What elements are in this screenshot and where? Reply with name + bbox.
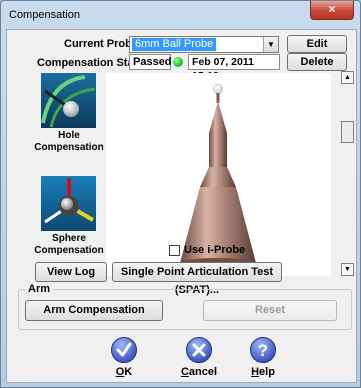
cancel-button[interactable] [185, 336, 213, 364]
use-iprobe-label: Use i-Probe [184, 244, 246, 256]
hole-compensation-thumbnail[interactable] [41, 73, 96, 128]
ok-button[interactable] [110, 336, 138, 364]
mode-pane: Hole Compensation Sphere Compensation [34, 72, 104, 277]
sphere-compensation-label: Sphere Compensation [34, 233, 104, 256]
arm-group: Arm Arm Compensation Reset [18, 283, 352, 330]
arm-group-title: Arm [25, 283, 54, 295]
edit-button[interactable]: Edit [287, 35, 347, 53]
scroll-up-icon[interactable]: ▲ [341, 71, 354, 84]
x-icon [186, 337, 212, 363]
ok-label: OK [115, 366, 133, 378]
close-icon: × [328, 2, 336, 16]
status-value: Passed [129, 54, 172, 70]
window-title: Compensation [9, 9, 80, 21]
title-bar: Compensation × [1, 1, 360, 29]
reset-button[interactable]: Reset [203, 300, 337, 321]
scroll-down-icon[interactable]: ▼ [341, 263, 354, 276]
question-icon: ? [250, 337, 276, 363]
scroll-thumb[interactable] [341, 121, 354, 143]
sphere-compensation-thumbnail[interactable] [41, 176, 96, 231]
status-date: Feb 07, 2011 15:13 [188, 54, 280, 82]
chevron-down-icon[interactable]: ▼ [263, 37, 278, 52]
dialog-client-area: Current Probe : 6mm Ball Probe ▼ Edit Co… [6, 29, 357, 383]
cancel-label: Cancel [180, 366, 218, 378]
use-iprobe-checkbox[interactable] [169, 245, 180, 256]
compensation-dialog: Compensation × Current Probe : 6mm Ball … [0, 0, 361, 388]
probe-select[interactable]: 6mm Ball Probe ▼ [129, 36, 279, 53]
viewer-scrollbar[interactable]: ▲ ▼ [341, 71, 354, 276]
help-label: Help [251, 366, 275, 378]
spat-button[interactable]: Single Point Articulation Test (SPAT)... [112, 262, 282, 296]
probe-selected-value: 6mm Ball Probe [132, 38, 217, 51]
hole-compensation-icon [41, 73, 96, 128]
delete-button[interactable]: Delete [287, 53, 347, 71]
status-indicator-icon [173, 57, 183, 67]
sphere-compensation-icon [41, 176, 96, 231]
help-button[interactable]: ? [249, 336, 277, 364]
arm-compensation-button[interactable]: Arm Compensation [25, 300, 163, 321]
view-log-button[interactable]: View Log [35, 262, 107, 282]
svg-text:?: ? [258, 341, 268, 360]
hole-compensation-label: Hole Compensation [34, 130, 104, 153]
check-icon [111, 337, 137, 363]
close-button[interactable]: × [310, 1, 354, 20]
